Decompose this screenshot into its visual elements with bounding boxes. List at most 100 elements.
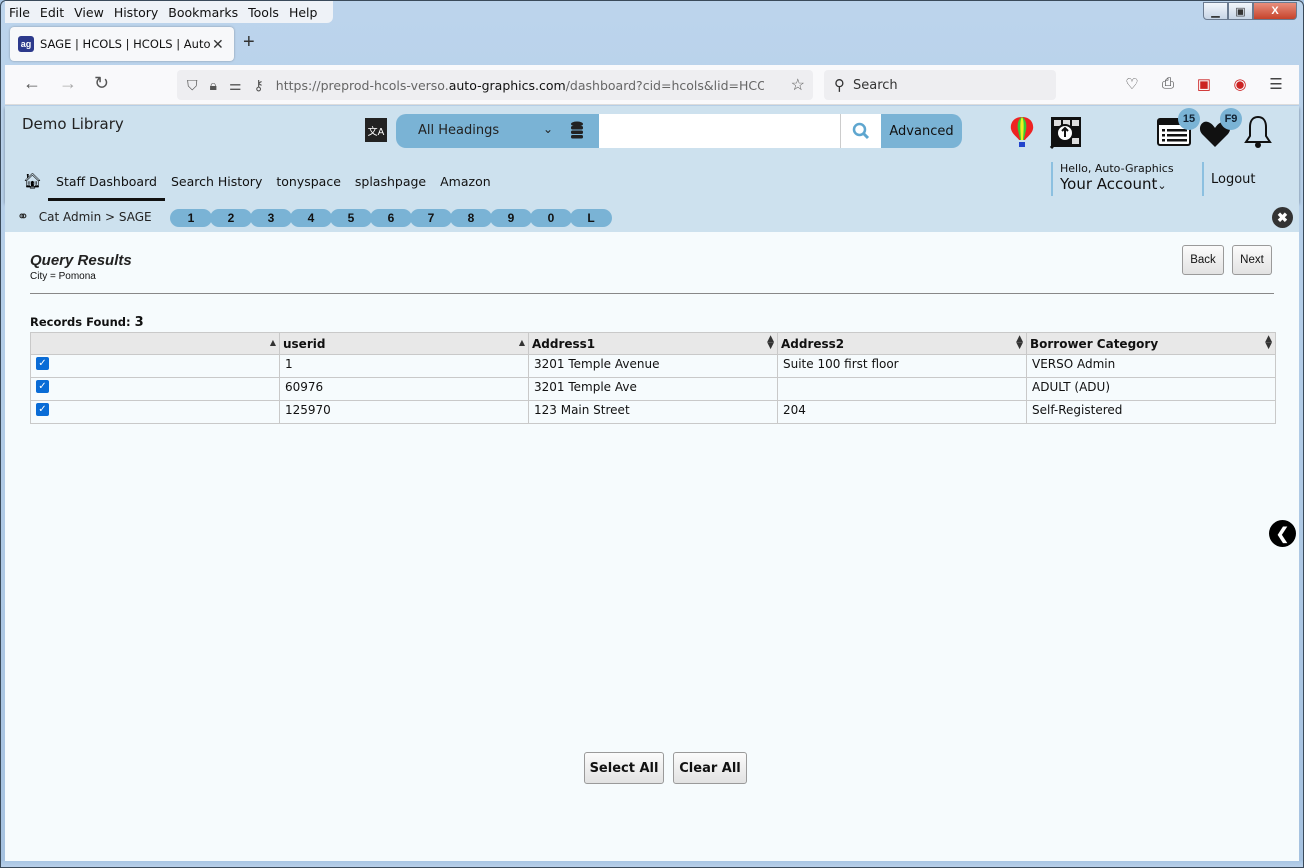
- quick-key-6[interactable]: 6: [370, 209, 412, 227]
- new-tab-button[interactable]: +: [243, 31, 255, 54]
- search-input[interactable]: [599, 114, 881, 148]
- maximize-button[interactable]: ▣: [1228, 2, 1253, 20]
- hamburger-menu-icon[interactable]: ☰: [1267, 75, 1285, 93]
- permissions-icon[interactable]: ⚌: [229, 77, 242, 94]
- menu-bar: File Edit View History Bookmarks Tools H…: [5, 1, 334, 23]
- sort-asc-icon[interactable]: ▲: [270, 338, 276, 347]
- sort-both-icon[interactable]: ▲ ▼: [767, 335, 774, 351]
- close-tab-icon[interactable]: ✕: [212, 36, 224, 53]
- row-checkbox[interactable]: ✓: [36, 357, 49, 370]
- back-arrow-icon[interactable]: ←: [23, 73, 41, 94]
- nav-amazon[interactable]: Amazon: [440, 174, 491, 189]
- sort-asc-icon[interactable]: ▲: [519, 338, 525, 347]
- close-panel-icon[interactable]: ✖: [1272, 207, 1293, 228]
- records-found: Records Found: 3: [30, 315, 144, 330]
- pocket-icon[interactable]: ♡: [1123, 75, 1141, 93]
- breadcrumb-bar: ⚭ Cat Admin > SAGE 1 2 3 4 5 6 7 8 9 0 L…: [5, 202, 1299, 232]
- menu-history[interactable]: History: [114, 5, 158, 20]
- quick-key-3[interactable]: 3: [250, 209, 292, 227]
- clear-all-button[interactable]: Clear All: [673, 752, 747, 784]
- browser-tab[interactable]: ag SAGE | HCOLS | HCOLS | Auto-Graphics …: [10, 27, 234, 61]
- search-button[interactable]: [840, 114, 881, 148]
- back-button[interactable]: Back: [1182, 245, 1224, 275]
- row-checkbox[interactable]: ✓: [36, 403, 49, 416]
- shield-icon[interactable]: ⛉: [187, 77, 198, 94]
- menu-file[interactable]: File: [9, 5, 30, 20]
- breadcrumb-text[interactable]: Cat Admin > SAGE: [39, 210, 152, 224]
- select-all-button[interactable]: Select All: [584, 752, 664, 784]
- lock-icon[interactable]: 🔒︎: [210, 77, 217, 94]
- account-chevron-icon[interactable]: ⌄: [1157, 179, 1166, 192]
- menu-help[interactable]: Help: [289, 5, 318, 20]
- column-header-address2[interactable]: Address2 ▲ ▼: [777, 332, 1027, 355]
- cell-address2: [777, 377, 1027, 401]
- link-icon: ⚭: [17, 209, 29, 225]
- quick-key-9[interactable]: 9: [490, 209, 532, 227]
- your-account-link[interactable]: Your Account: [1060, 175, 1157, 193]
- browser-search-box[interactable]: ⚲ Search: [824, 70, 1056, 100]
- advanced-search-button[interactable]: Advanced: [881, 114, 962, 148]
- minimize-button[interactable]: ▁: [1203, 2, 1228, 20]
- menu-tools[interactable]: Tools: [248, 5, 279, 20]
- quick-key-2[interactable]: 2: [210, 209, 252, 227]
- logout-link[interactable]: Logout: [1202, 162, 1256, 196]
- nav-splashpage[interactable]: splashpage: [355, 174, 426, 189]
- home-icon[interactable]: 🏠︎: [23, 172, 42, 190]
- account-menu[interactable]: Hello, Auto-Graphics Your Account⌄: [1051, 162, 1174, 196]
- quick-key-0[interactable]: 0: [530, 209, 572, 227]
- cell-category: ADULT (ADU): [1026, 377, 1276, 401]
- bookmark-star-icon[interactable]: ☆: [791, 75, 805, 95]
- hot-air-balloon-icon[interactable]: [1009, 116, 1035, 148]
- list-count-badge: 15: [1178, 108, 1200, 130]
- cell-address1: 3201 Temple Avenue: [528, 354, 778, 378]
- search-bar: All Headings ⌄ Advanced: [396, 114, 962, 148]
- cell-userid: 125970: [279, 400, 529, 424]
- nav-staff-dashboard[interactable]: Staff Dashboard: [48, 174, 165, 201]
- menu-view[interactable]: View: [74, 5, 104, 20]
- navigation-bar: ← → ↻ ⛉ 🔒︎ ⚌ ⚷ https://preprod-hcols-ver…: [5, 65, 1299, 105]
- url-text[interactable]: https://preprod-hcols-verso.auto-graphic…: [276, 78, 764, 93]
- records-count: 3: [134, 315, 144, 330]
- quick-key-7[interactable]: 7: [410, 209, 452, 227]
- database-icon[interactable]: [570, 121, 584, 139]
- quick-key-5[interactable]: 5: [330, 209, 372, 227]
- next-button[interactable]: Next: [1232, 245, 1272, 275]
- url-bar[interactable]: ⛉ 🔒︎ ⚌ ⚷ https://preprod-hcols-verso.aut…: [177, 70, 813, 100]
- print-icon[interactable]: ⎙: [1159, 75, 1177, 93]
- search-scope-select[interactable]: All Headings: [418, 123, 499, 138]
- column-header-borrower-category[interactable]: Borrower Category ▲ ▼: [1026, 332, 1276, 355]
- quick-key-4[interactable]: 4: [290, 209, 332, 227]
- app-header: Demo Library 文A All Headings ⌄ Advanced …: [5, 106, 1299, 202]
- close-window-button[interactable]: X: [1253, 2, 1297, 20]
- sort-both-icon[interactable]: ▲ ▼: [1016, 335, 1023, 351]
- browser-window: File Edit View History Bookmarks Tools H…: [0, 0, 1304, 868]
- quick-key-8[interactable]: 8: [450, 209, 492, 227]
- column-header-address1[interactable]: Address1 ▲ ▼: [528, 332, 778, 355]
- site-favicon: ag: [18, 36, 34, 52]
- row-checkbox[interactable]: ✓: [36, 380, 49, 393]
- table-row: ✓ 60976 3201 Temple Ave ADULT (ADU): [30, 377, 1276, 401]
- menu-edit[interactable]: Edit: [40, 5, 64, 20]
- quick-key-l[interactable]: L: [570, 209, 612, 227]
- forward-arrow-icon[interactable]: →: [59, 73, 77, 94]
- nav-search-history[interactable]: Search History: [171, 174, 262, 189]
- translate-icon[interactable]: 文A: [365, 118, 387, 142]
- column-header-userid[interactable]: userid ▲: [279, 332, 529, 355]
- table-header-row: ▲ userid ▲ Address1 ▲ ▼ Address2 ▲ ▼ Borrower…: [30, 332, 1276, 355]
- chevron-left-icon[interactable]: ❮: [1269, 520, 1296, 547]
- quick-key-1[interactable]: 1: [170, 209, 212, 227]
- chevron-down-icon[interactable]: ⌄: [543, 122, 553, 136]
- reload-icon[interactable]: ↻: [94, 73, 109, 94]
- nav-tonyspace[interactable]: tonyspace: [276, 174, 341, 189]
- sort-both-icon[interactable]: ▲ ▼: [1265, 335, 1272, 351]
- catalog-search-icon[interactable]: [1048, 116, 1084, 150]
- cell-address1: 3201 Temple Ave: [528, 377, 778, 401]
- main-nav: 🏠︎ Staff Dashboard Search History tonysp…: [23, 172, 505, 201]
- extension-icon[interactable]: ▣: [1195, 75, 1213, 93]
- menu-bookmarks[interactable]: Bookmarks: [168, 5, 238, 20]
- notification-bell-icon[interactable]: [1243, 114, 1273, 150]
- favorites-badge: F9: [1220, 108, 1242, 130]
- extension-search-icon[interactable]: ◉: [1231, 75, 1249, 93]
- column-header-select[interactable]: ▲: [30, 332, 280, 355]
- key-icon[interactable]: ⚷: [254, 77, 264, 94]
